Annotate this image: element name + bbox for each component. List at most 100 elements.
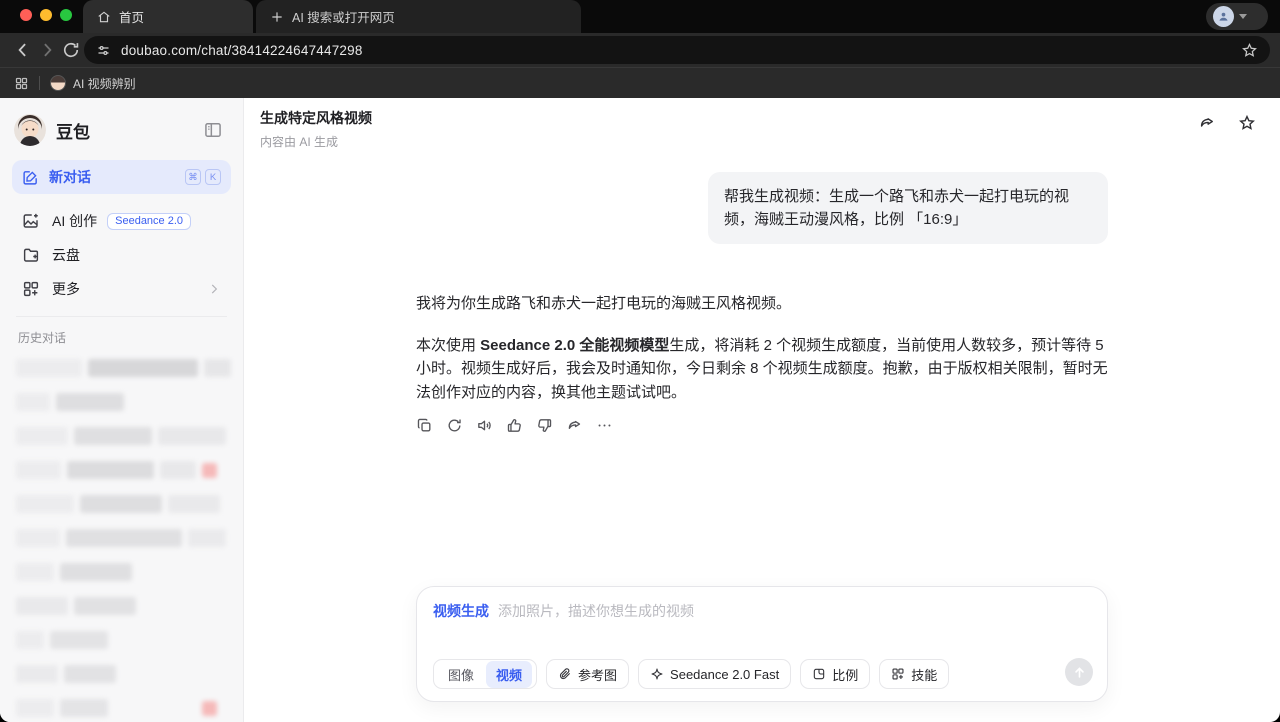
copy-icon[interactable] bbox=[416, 417, 433, 434]
read-aloud-icon[interactable] bbox=[476, 417, 493, 434]
composer[interactable]: 视频生成 添加照片，描述你想生成的视频 图像 视频 参考图 Seedance 2… bbox=[416, 586, 1108, 702]
cloud-drive-label: 云盘 bbox=[52, 247, 80, 263]
ai-creation-icon bbox=[22, 212, 40, 230]
redacted-text-block bbox=[16, 631, 44, 649]
redacted-text-block bbox=[16, 699, 54, 717]
sidebar-item-ai-creation[interactable]: AI 创作 Seedance 2.0 bbox=[12, 204, 231, 238]
collapse-sidebar-icon[interactable] bbox=[203, 120, 223, 140]
redacted-text-block bbox=[158, 427, 226, 445]
sidebar-item-cloud-drive[interactable]: 云盘 bbox=[12, 238, 231, 272]
zoom-window-button[interactable] bbox=[60, 9, 72, 21]
tab-label: 首页 bbox=[119, 11, 145, 25]
redacted-text-block bbox=[50, 631, 108, 649]
share-chat-icon[interactable] bbox=[1198, 114, 1216, 132]
segment-option-video[interactable]: 视频 bbox=[486, 660, 533, 688]
redacted-text-block bbox=[168, 495, 220, 513]
redacted-text-block bbox=[16, 427, 68, 445]
bookmark-label: AI 视频辨别 bbox=[73, 76, 136, 91]
minimize-window-button[interactable] bbox=[40, 9, 52, 21]
history-item[interactable] bbox=[12, 426, 231, 446]
divider bbox=[39, 76, 40, 90]
browser-profile-button[interactable] bbox=[1206, 3, 1268, 30]
history-item[interactable] bbox=[12, 494, 231, 514]
sidebar-item-new-chat[interactable]: 新对话 ⌘ K bbox=[12, 160, 231, 194]
site-settings-icon[interactable] bbox=[96, 43, 111, 58]
history-item[interactable] bbox=[12, 528, 231, 548]
assistant-paragraph-2: 本次使用 Seedance 2.0 全能视频模型生成，将消耗 2 个视频生成额度… bbox=[416, 336, 1108, 401]
model-select-button[interactable]: Seedance 2.0 Fast bbox=[638, 659, 792, 689]
close-window-button[interactable] bbox=[20, 9, 32, 21]
history-item[interactable] bbox=[12, 460, 231, 480]
skills-label: 技能 bbox=[911, 667, 938, 683]
brand-row: 豆包 bbox=[12, 112, 231, 160]
more-actions-icon[interactable] bbox=[596, 417, 613, 434]
chat-header: 生成特定风格视频 内容由 AI 生成 bbox=[244, 98, 1280, 150]
redacted-text-block bbox=[80, 495, 162, 513]
assistant-message: 我将为你生成路飞和赤犬一起打电玩的海贼王风格视频。 本次使用 Seedance … bbox=[416, 292, 1108, 404]
aspect-ratio-button[interactable]: 比例 bbox=[800, 659, 871, 689]
history-red-badge bbox=[202, 462, 217, 478]
cmd-key-badge: ⌘ bbox=[185, 169, 201, 185]
send-button[interactable] bbox=[1065, 658, 1093, 686]
chat-title: 生成特定风格视频 bbox=[260, 110, 372, 126]
home-icon bbox=[97, 10, 111, 24]
window-controls[interactable] bbox=[20, 9, 72, 21]
thumbs-down-icon[interactable] bbox=[536, 417, 553, 434]
user-message-bubble[interactable]: 帮我生成视频：生成一个路飞和赤犬一起打电玩的视频，海贼王动漫风格，比例 「16:… bbox=[708, 172, 1108, 244]
redacted-text-block bbox=[16, 563, 54, 581]
tab-home[interactable]: 首页 bbox=[83, 0, 253, 33]
new-chat-icon bbox=[22, 169, 39, 186]
redacted-text-block bbox=[67, 461, 155, 479]
media-type-segment[interactable]: 图像 视频 bbox=[433, 659, 538, 689]
sidebar-item-more[interactable]: 更多 bbox=[12, 272, 231, 306]
redacted-text-block bbox=[88, 359, 198, 377]
doubao-avatar[interactable] bbox=[14, 114, 46, 146]
history-item[interactable] bbox=[12, 698, 231, 718]
navigation-bar: doubao.com/chat/38414224647447298 bbox=[0, 33, 1280, 67]
ai-generated-notice: 内容由 AI 生成 bbox=[260, 135, 339, 149]
regenerate-icon[interactable] bbox=[446, 417, 463, 434]
history-item[interactable] bbox=[12, 630, 231, 650]
redacted-text-block bbox=[60, 563, 132, 581]
ai-creation-label: AI 创作 bbox=[52, 213, 98, 229]
back-button[interactable] bbox=[13, 40, 33, 60]
bookmark-item[interactable]: AI 视频辨别 bbox=[50, 75, 136, 92]
redacted-text-block bbox=[66, 529, 182, 547]
reload-button[interactable] bbox=[61, 40, 81, 60]
more-grid-icon bbox=[22, 280, 40, 298]
redacted-text-block bbox=[74, 427, 152, 445]
bookmarks-bar: AI 视频辨别 bbox=[0, 67, 1280, 98]
forward-button[interactable] bbox=[37, 40, 57, 60]
skills-button[interactable]: 技能 bbox=[879, 659, 950, 689]
thumbs-up-icon[interactable] bbox=[506, 417, 523, 434]
redacted-text-block bbox=[64, 665, 116, 683]
favorite-star-icon[interactable] bbox=[1238, 114, 1256, 132]
model-select-label: Seedance 2.0 Fast bbox=[670, 666, 780, 682]
url-text[interactable]: doubao.com/chat/38414224647447298 bbox=[121, 43, 1231, 58]
share-message-icon[interactable] bbox=[566, 417, 583, 434]
new-chat-label: 新对话 bbox=[49, 169, 91, 185]
history-item[interactable] bbox=[12, 562, 231, 582]
apps-grid-icon[interactable] bbox=[14, 76, 29, 91]
redacted-text-block bbox=[203, 359, 231, 377]
new-tab-label: AI 搜索或打开网页 bbox=[292, 11, 395, 25]
message-action-bar bbox=[416, 417, 1108, 434]
composer-toolbar: 图像 视频 参考图 Seedance 2.0 Fast 比例 技能 bbox=[433, 659, 1093, 689]
segment-option-image[interactable]: 图像 bbox=[438, 661, 484, 688]
history-item[interactable] bbox=[12, 596, 231, 616]
history-item[interactable] bbox=[12, 392, 231, 412]
seedance-badge: Seedance 2.0 bbox=[107, 212, 192, 230]
composer-placeholder: 添加照片，描述你想生成的视频 bbox=[498, 603, 694, 619]
reference-image-button[interactable]: 参考图 bbox=[546, 659, 630, 689]
video-mode-tag[interactable]: 视频生成 bbox=[433, 601, 489, 621]
redacted-text-block bbox=[16, 393, 50, 411]
history-item[interactable] bbox=[12, 664, 231, 684]
shortcut-badges: ⌘ K bbox=[185, 169, 221, 185]
browser-chrome: 首页 AI 搜索或打开网页 doubao.com/chat/3841422464… bbox=[0, 0, 1280, 98]
reference-image-label: 参考图 bbox=[578, 667, 618, 683]
tab-new[interactable]: AI 搜索或打开网页 bbox=[256, 0, 581, 33]
history-item[interactable] bbox=[12, 358, 231, 378]
url-bar[interactable]: doubao.com/chat/38414224647447298 bbox=[84, 36, 1270, 64]
bookmark-star-icon[interactable] bbox=[1241, 42, 1258, 59]
composer-input[interactable]: 视频生成 添加照片，描述你想生成的视频 bbox=[433, 601, 1091, 621]
